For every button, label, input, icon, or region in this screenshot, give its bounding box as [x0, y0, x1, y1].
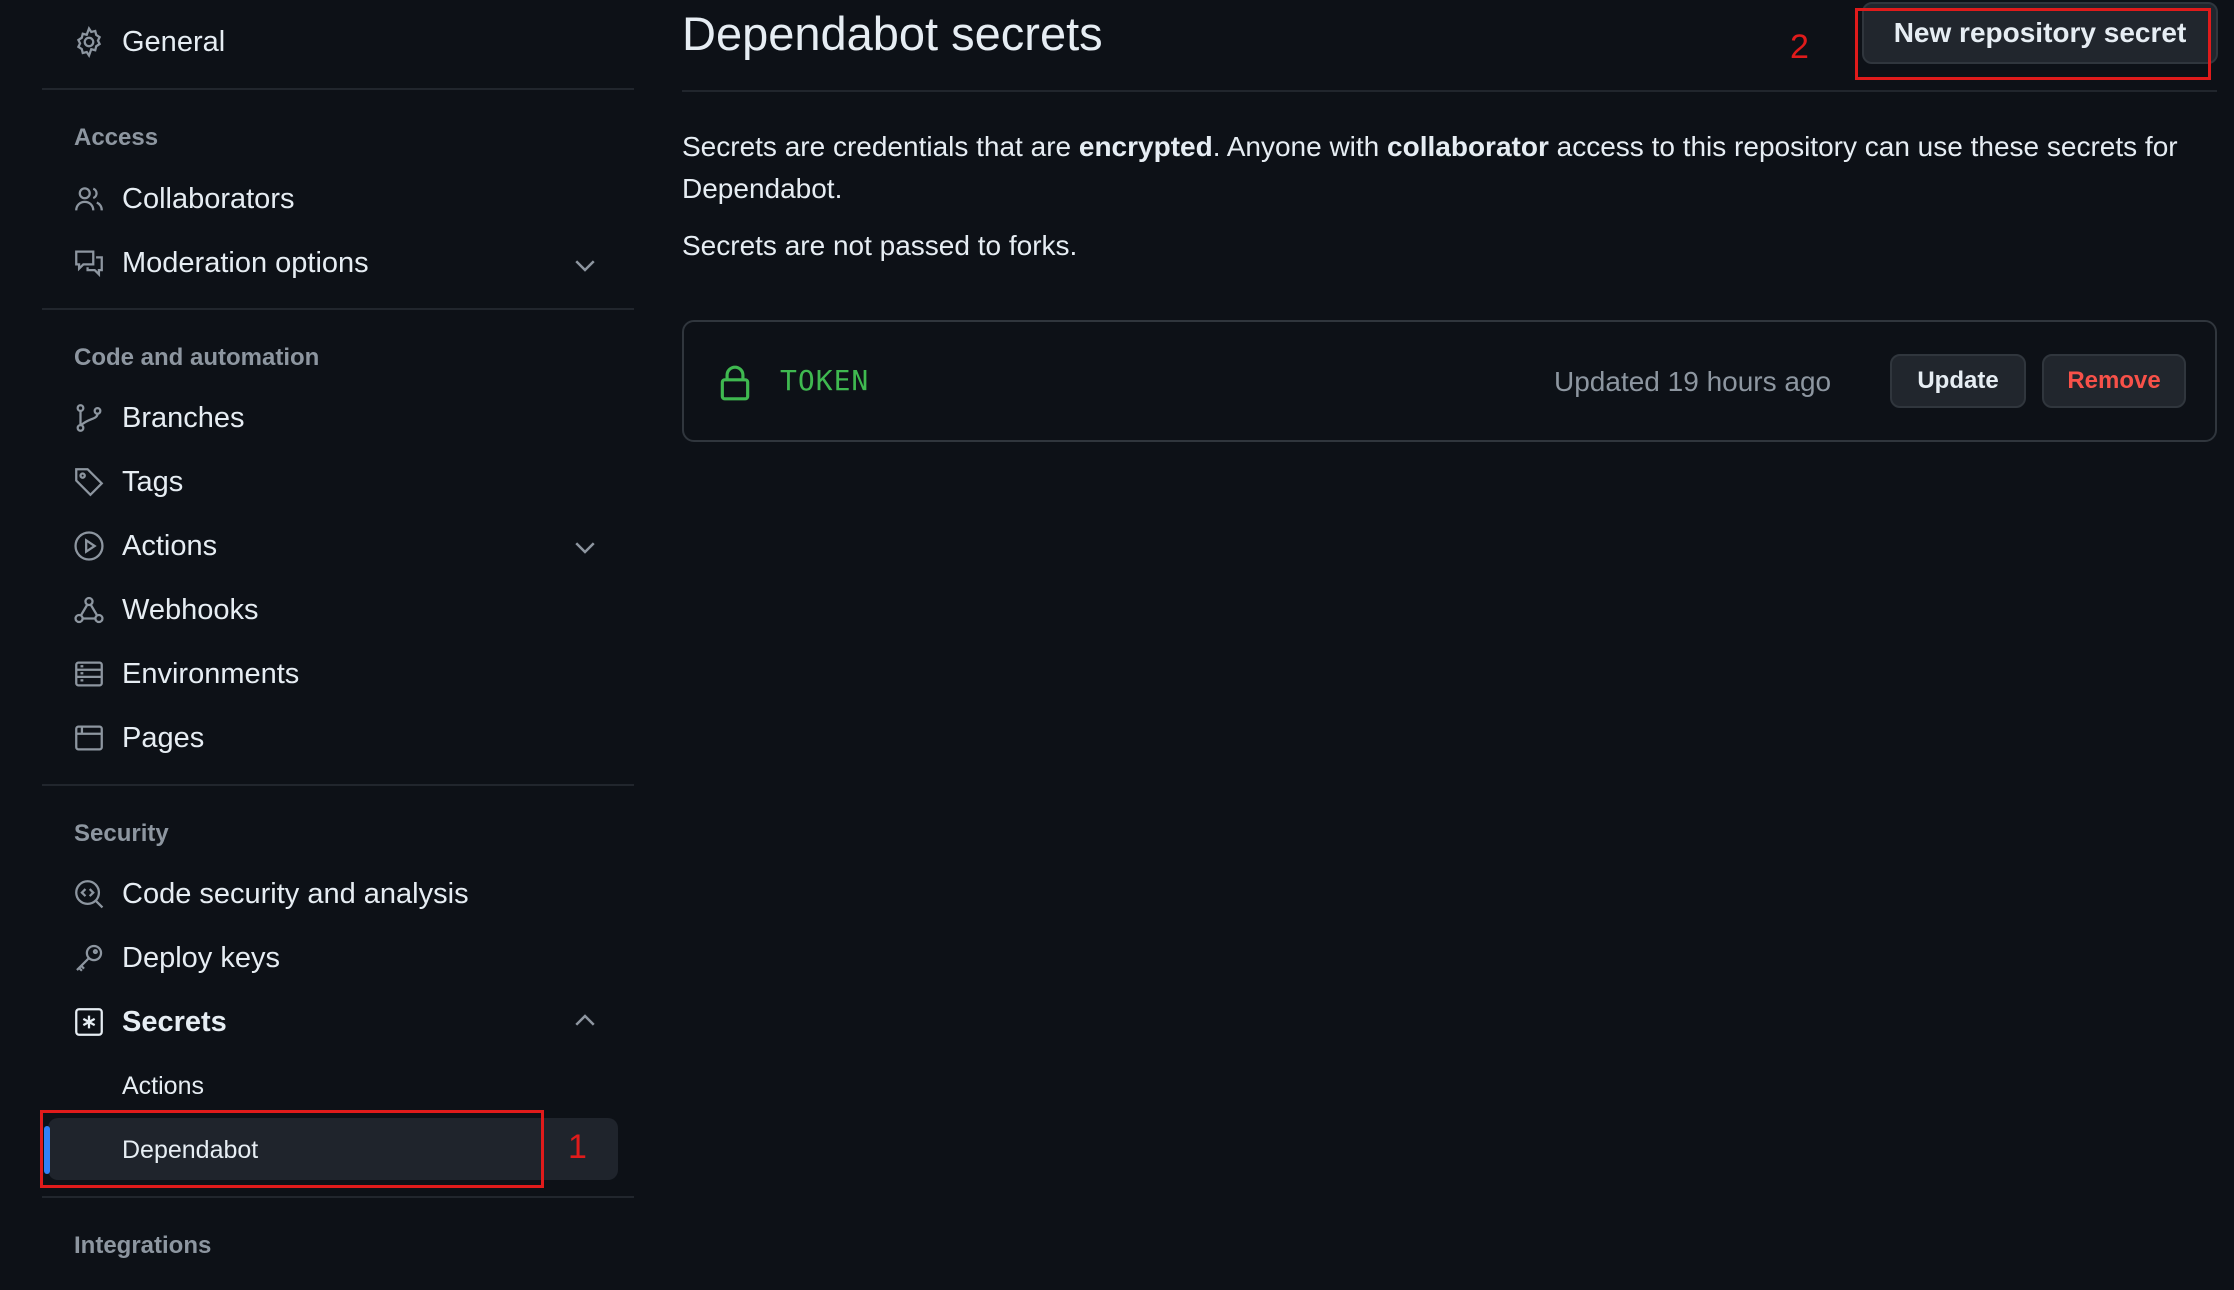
- description-emphasis: encrypted: [1078, 131, 1213, 162]
- tag-icon: [72, 465, 106, 499]
- gear-icon: [72, 25, 106, 59]
- remove-secret-button[interactable]: Remove: [2042, 354, 2186, 408]
- sidebar-item-label: Moderation options: [122, 246, 369, 279]
- annotation-number-1: 1: [568, 1128, 587, 1166]
- sidebar-item-label: Branches: [122, 401, 245, 434]
- sidebar-subitem-actions[interactable]: Actions: [122, 1072, 204, 1101]
- title-divider: [682, 90, 2217, 92]
- sidebar-item-moderation[interactable]: Moderation options: [72, 241, 369, 285]
- settings-sidebar: General Access Collaborators Moderation …: [0, 0, 640, 1290]
- sidebar-divider: [42, 784, 634, 786]
- description-text: Secrets are credentials that are: [682, 131, 1079, 162]
- section-title-integrations: Integrations: [74, 1232, 212, 1259]
- section-title-code-automation: Code and automation: [74, 344, 320, 371]
- annotation-box-dependabot: [40, 1110, 544, 1188]
- update-secret-button[interactable]: Update: [1890, 354, 2026, 408]
- sidebar-item-actions[interactable]: Actions: [72, 524, 217, 568]
- secret-name: TOKEN: [780, 364, 870, 397]
- sidebar-item-label: Deploy keys: [122, 941, 280, 974]
- sidebar-item-label: Pages: [122, 721, 205, 754]
- chevron-up-icon[interactable]: [570, 1006, 600, 1036]
- secret-updated-time: Updated 19 hours ago: [1554, 366, 1832, 397]
- sidebar-item-label: Webhooks: [122, 593, 259, 626]
- lock-icon: [718, 364, 752, 402]
- sidebar-item-label: Secrets: [122, 1005, 227, 1038]
- chevron-down-icon[interactable]: [570, 250, 600, 280]
- page-title: Dependabot secrets: [682, 7, 1103, 60]
- section-title-access: Access: [74, 124, 159, 151]
- sidebar-item-webhooks[interactable]: Webhooks: [72, 588, 259, 632]
- sidebar-item-code-security[interactable]: Code security and analysis: [72, 872, 469, 916]
- play-icon: [72, 529, 106, 563]
- sidebar-item-secrets[interactable]: Secrets: [72, 1000, 227, 1044]
- browser-icon: [72, 721, 106, 755]
- sidebar-divider: [42, 88, 634, 90]
- chevron-down-icon[interactable]: [570, 532, 600, 562]
- sidebar-item-environments[interactable]: Environments: [72, 652, 299, 696]
- annotation-number-2: 2: [1790, 28, 1809, 66]
- sidebar-item-label: Code security and analysis: [122, 877, 469, 910]
- key-icon: [72, 941, 106, 975]
- description-text: . Anyone with: [1212, 131, 1388, 162]
- sidebar-item-branches[interactable]: Branches: [72, 396, 245, 440]
- sidebar-item-pages[interactable]: Pages: [72, 716, 204, 760]
- people-icon: [72, 182, 106, 216]
- sidebar-divider: [42, 308, 634, 310]
- sidebar-divider: [42, 1196, 634, 1198]
- comment-discussion-icon: [72, 246, 106, 280]
- annotation-box-new-secret: [1855, 8, 2211, 80]
- codescan-icon: [72, 877, 106, 911]
- sidebar-item-collaborators[interactable]: Collaborators: [72, 177, 294, 221]
- key-asterisk-icon: [72, 1005, 106, 1039]
- forks-note: Secrets are not passed to forks.: [682, 230, 1078, 261]
- server-icon: [72, 657, 106, 691]
- sidebar-item-label: Collaborators: [122, 182, 295, 215]
- sidebar-item-label: Environments: [122, 657, 300, 690]
- section-title-security: Security: [74, 820, 169, 847]
- description-emphasis: collaborator: [1387, 131, 1549, 162]
- sidebar-item-label: Actions: [122, 529, 218, 562]
- sidebar-item-label: Tags: [122, 465, 184, 498]
- sidebar-item-label: General: [122, 25, 226, 58]
- sidebar-item-general[interactable]: General: [72, 20, 225, 64]
- webhook-icon: [72, 593, 106, 627]
- git-branch-icon: [72, 401, 106, 435]
- sidebar-item-tags[interactable]: Tags: [72, 460, 183, 504]
- sidebar-item-deploy-keys[interactable]: Deploy keys: [72, 936, 280, 980]
- secret-row: TOKEN Updated 19 hours ago Update Remove: [682, 320, 2217, 442]
- secrets-description: Secrets are credentials that are encrypt…: [682, 126, 2212, 210]
